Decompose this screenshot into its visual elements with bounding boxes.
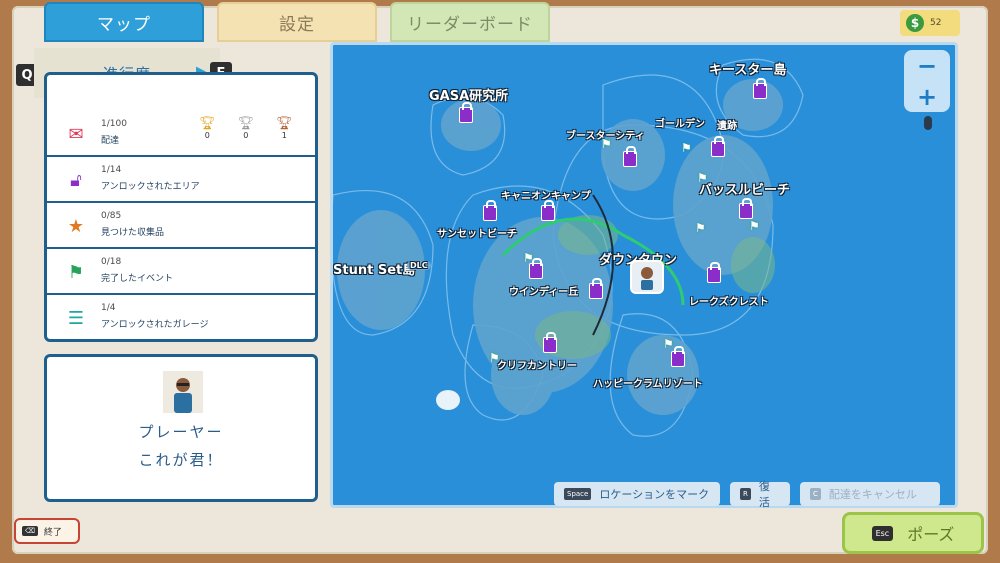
map-label-battle-beach: バッスルビーチ xyxy=(699,183,791,198)
dlc-badge: DLC xyxy=(407,261,431,270)
player-name: プレーヤー xyxy=(138,423,224,441)
mark-location-button[interactable]: Space ロケーションをマーク xyxy=(554,482,720,506)
zoom-in-button[interactable]: + xyxy=(917,83,937,111)
delivery-icon: ✉ xyxy=(68,123,84,145)
map-label-lakes: レークズクレスト xyxy=(689,297,769,308)
trophy-counts: 🏆︎ 0 🏆︎ 0 🏆︎ 1 xyxy=(199,116,293,141)
stat-count: 1/100 xyxy=(101,119,127,129)
c-key-icon: C xyxy=(810,488,821,500)
lock-icon[interactable] xyxy=(459,102,473,123)
event-flag-icon[interactable]: ⚑ xyxy=(601,137,612,151)
stat-label: アンロックされたガレージ xyxy=(101,320,209,330)
cancel-delivery-button[interactable]: C 配達をキャンセル xyxy=(800,482,940,506)
map-label-ruins: 遺跡 xyxy=(717,121,737,132)
event-flag-icon[interactable]: ⚑ xyxy=(749,219,760,233)
quit-label: 終了 xyxy=(43,527,62,538)
zoom-controls: − + xyxy=(904,50,950,112)
zoom-out-button[interactable]: − xyxy=(917,52,937,80)
avatar xyxy=(163,371,203,413)
tab-leaderboard[interactable]: リーダーボード xyxy=(390,2,550,42)
gold-trophy-icon: 🏆︎ xyxy=(199,116,216,131)
event-flag-icon[interactable]: ⚑ xyxy=(695,221,706,235)
bronze-trophy-icon: 🏆︎ xyxy=(276,116,293,131)
gold-trophy-value: 0 xyxy=(204,131,210,140)
lock-icon[interactable] xyxy=(543,332,557,353)
map-label-cliff: クリフカントリー xyxy=(497,361,577,372)
event-flag-icon[interactable]: ⚑ xyxy=(663,337,674,351)
stat-count: 1/14 xyxy=(101,165,122,175)
stat-label: 配達 xyxy=(101,136,120,146)
silver-trophy-icon: 🏆︎ xyxy=(237,116,255,131)
player-location-marker xyxy=(630,260,664,294)
respawn-button[interactable]: R 復活 xyxy=(730,480,790,509)
stat-row-garages: ☰ 1/4 アンロックされたガレージ xyxy=(47,295,315,341)
lock-icon[interactable] xyxy=(541,200,555,221)
tab-map[interactable]: マップ xyxy=(44,2,204,42)
stat-row-areas: 🔓︎ 1/14 アンロックされたエリア xyxy=(47,157,315,203)
stat-count: 0/85 xyxy=(101,211,122,221)
stat-label: アンロックされたエリア xyxy=(101,182,200,192)
player-marker-icon xyxy=(641,267,653,290)
money-value: 52 xyxy=(930,18,942,28)
stat-label: 完了したイベント xyxy=(101,274,174,284)
event-flag-icon[interactable]: ⚑ xyxy=(489,351,500,365)
stat-count: 1/4 xyxy=(101,303,116,313)
bronze-trophy: 🏆︎ 1 xyxy=(276,116,293,141)
lock-icon[interactable] xyxy=(671,346,685,367)
lock-icon[interactable] xyxy=(707,262,721,283)
space-key-icon: Space xyxy=(564,488,592,500)
lock-icon[interactable] xyxy=(753,78,767,99)
unlock-icon: 🔓︎ xyxy=(70,169,82,191)
stat-label: 見つけた収集品 xyxy=(101,228,165,238)
map-label-happy: ハッピークラムリゾート xyxy=(593,379,703,390)
flag-icon: ⚑ xyxy=(67,261,85,283)
collectible-icon: ★ xyxy=(67,215,85,237)
tab-settings[interactable]: 設定 xyxy=(217,2,377,42)
lock-icon[interactable] xyxy=(589,278,603,299)
lock-icon[interactable] xyxy=(623,146,637,167)
player-subtitle: これが君！ xyxy=(138,451,224,469)
pause-button[interactable]: Esc ポーズ xyxy=(842,512,984,554)
respawn-label: 復活 xyxy=(758,480,770,509)
map-label-windy: ウインディー丘 xyxy=(509,287,579,298)
quit-button[interactable]: ⌫ 終了 xyxy=(14,518,80,544)
lock-icon[interactable] xyxy=(483,200,497,221)
event-flag-icon[interactable]: ⚑ xyxy=(681,141,692,155)
mark-location-label: ロケーションをマーク xyxy=(599,488,710,501)
lock-icon[interactable] xyxy=(529,258,543,279)
map-label-golden: ゴールデン xyxy=(655,119,705,130)
pause-label: ポーズ xyxy=(907,525,955,544)
money-display: $ 52 xyxy=(900,10,960,36)
esc-key-icon: Esc xyxy=(871,525,894,541)
r-key-icon: R xyxy=(740,488,751,500)
event-flag-icon[interactable]: ⚑ xyxy=(523,251,534,265)
player-card: プレーヤー これが君！ xyxy=(44,354,318,502)
gold-trophy: 🏆︎ 0 xyxy=(199,116,216,141)
dollar-coin-icon: $ xyxy=(906,14,924,32)
silver-trophy: 🏆︎ 0 xyxy=(237,116,255,141)
silver-trophy-value: 0 xyxy=(243,131,249,140)
cancel-delivery-label: 配達をキャンセル xyxy=(828,488,917,501)
lock-icon[interactable] xyxy=(711,136,725,157)
map-label-sunset: サンセットビーチ xyxy=(437,229,517,240)
bronze-trophy-value: 1 xyxy=(281,131,287,140)
garage-icon: ☰ xyxy=(67,307,85,329)
stat-row-events: ⚑ 0/18 完了したイベント xyxy=(47,249,315,295)
map-label-stunt: Stunt Set島 xyxy=(333,263,416,278)
stat-count: 0/18 xyxy=(101,257,122,267)
progress-card: ✉ 1/100 配達 🏆︎ 0 🏆︎ 0 🏆︎ 1 🔓︎ 1/14 アンロックされたエ… xyxy=(44,72,318,342)
backspace-key-icon: ⌫ xyxy=(22,526,38,536)
mouse-icon xyxy=(924,116,932,130)
lock-icon[interactable] xyxy=(739,198,753,219)
map-label-easter: キースター島 xyxy=(709,63,787,78)
stat-row-deliveries: ✉ 1/100 配達 🏆︎ 0 🏆︎ 0 🏆︎ 1 xyxy=(47,111,315,157)
player-avatar-icon xyxy=(174,378,192,413)
event-flag-icon[interactable]: ⚑ xyxy=(697,171,708,185)
stat-row-collectibles: ★ 0/85 見つけた収集品 xyxy=(47,203,315,249)
